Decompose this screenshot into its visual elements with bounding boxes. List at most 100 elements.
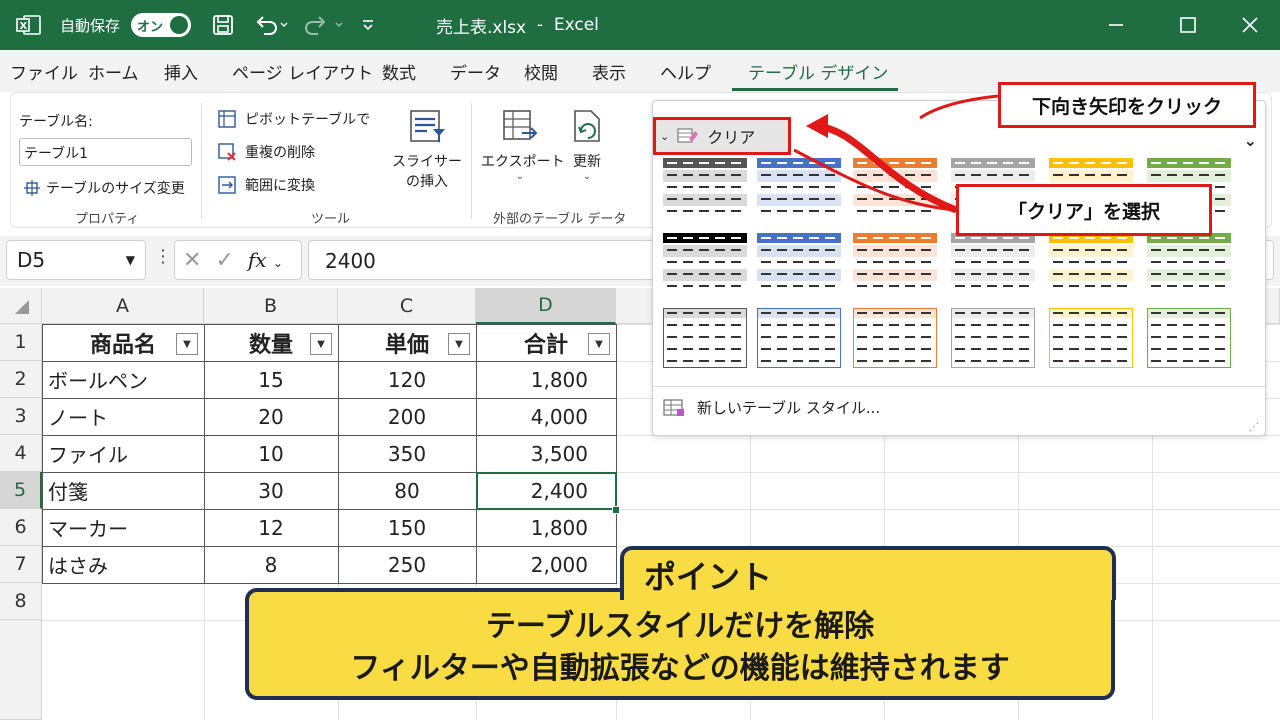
table-name-input[interactable]: テーブル1	[19, 138, 192, 166]
autosave-toggle-state: オン	[137, 20, 164, 35]
table-cell[interactable]: 20	[204, 398, 338, 435]
export-button[interactable]: エクスポート ⌄	[481, 107, 565, 182]
tab-review[interactable]: 校閲	[524, 50, 558, 92]
tab-formulas[interactable]: 数式	[382, 50, 416, 92]
table-cell[interactable]: ボールペン	[42, 361, 204, 398]
table-cell[interactable]: 30	[204, 472, 338, 509]
row-header[interactable]: 8	[0, 583, 42, 620]
table-cell[interactable]: 120	[338, 361, 476, 398]
table-cell[interactable]: 250	[338, 546, 476, 583]
table-style-swatch[interactable]	[853, 308, 937, 368]
resize-table-button[interactable]: テーブルのサイズ変更	[23, 178, 185, 198]
filter-dropdown-icon[interactable]: ▼	[448, 333, 470, 355]
excel-logo-icon: X	[16, 0, 42, 50]
table-cell[interactable]: 80	[338, 472, 476, 509]
row-header[interactable]: 1	[0, 324, 42, 361]
gallery-collapse-icon[interactable]: ⌄	[1244, 131, 1257, 150]
table-cell[interactable]: ノート	[42, 398, 204, 435]
slicer-icon	[410, 110, 445, 143]
table-cell[interactable]: 3,500	[476, 435, 616, 472]
table-cell[interactable]: 200	[338, 398, 476, 435]
convert-to-range-button[interactable]: 範囲に変換	[217, 175, 315, 195]
more-options-icon[interactable]: ⋮	[154, 246, 172, 267]
table-style-swatch[interactable]	[757, 308, 841, 368]
table-cell[interactable]: 2,000	[476, 546, 616, 583]
table-style-swatch[interactable]	[951, 308, 1035, 368]
filter-dropdown-icon[interactable]: ▼	[310, 333, 332, 355]
table-style-swatch[interactable]	[663, 308, 747, 368]
column-header[interactable]: C	[338, 288, 476, 324]
cancel-icon[interactable]: ✕	[183, 248, 201, 273]
filter-dropdown-icon[interactable]: ▼	[588, 333, 610, 355]
table-style-swatch[interactable]	[951, 233, 1035, 293]
refresh-button[interactable]: 更新 ⌄	[563, 107, 611, 182]
tab-insert[interactable]: 挿入	[164, 50, 198, 92]
table-style-swatch[interactable]	[1049, 233, 1133, 293]
table-style-swatch[interactable]	[663, 158, 747, 218]
table-style-swatch[interactable]	[853, 233, 937, 293]
table-style-swatch[interactable]	[757, 158, 841, 218]
redo-icon[interactable]	[304, 0, 344, 50]
name-box[interactable]: D5 ▼	[6, 240, 146, 280]
table-cell[interactable]: 10	[204, 435, 338, 472]
formula-value: 2400	[325, 249, 376, 273]
insert-function-icon[interactable]: fx ⌄	[248, 248, 283, 272]
close-icon[interactable]	[1240, 0, 1260, 50]
document-title: 売上表.xlsx - Excel	[436, 15, 599, 38]
customize-qat-icon[interactable]	[360, 0, 376, 50]
enter-icon[interactable]: ✓	[215, 248, 233, 273]
table-style-swatch[interactable]	[757, 233, 841, 293]
point-line-1: テーブルスタイルだけを解除	[485, 609, 875, 644]
filter-dropdown-icon[interactable]: ▼	[176, 333, 198, 355]
autosave-label: 自動保存	[60, 16, 121, 35]
row-header[interactable]: 7	[0, 546, 42, 583]
table-cell[interactable]: 1,800	[476, 509, 616, 546]
undo-icon[interactable]	[254, 0, 288, 50]
table-cell[interactable]: 150	[338, 509, 476, 546]
tab-data[interactable]: データ	[450, 50, 501, 92]
table-style-swatch[interactable]	[663, 233, 747, 293]
clear-style-button[interactable]: ⌄ クリア	[653, 117, 791, 155]
table-cell[interactable]: 350	[338, 435, 476, 472]
tab-view[interactable]: 表示	[592, 50, 626, 92]
tab-help[interactable]: ヘルプ	[660, 50, 711, 92]
maximize-icon[interactable]	[1178, 0, 1198, 50]
table-cell[interactable]: マーカー	[42, 509, 204, 546]
table-cell[interactable]: 12	[204, 509, 338, 546]
save-icon[interactable]	[212, 0, 234, 50]
row-header[interactable]: 4	[0, 435, 42, 472]
column-header[interactable]: B	[204, 288, 338, 324]
column-header[interactable]: A	[42, 288, 204, 324]
tab-table-design[interactable]: テーブル デザイン	[748, 50, 888, 92]
table-cell[interactable]: 15	[204, 361, 338, 398]
fill-handle[interactable]	[612, 506, 620, 514]
formula-buttons: ✕ ✓ fx ⌄	[174, 240, 302, 280]
tab-home[interactable]: ホーム	[88, 50, 139, 92]
table-style-swatch[interactable]	[1147, 308, 1231, 368]
autosave-toggle[interactable]: オン	[131, 0, 191, 50]
resize-grip-icon[interactable]: ⋰	[1249, 422, 1259, 433]
tab-page-layout[interactable]: ページ レイアウト	[232, 50, 373, 92]
table-style-swatch[interactable]	[853, 158, 937, 218]
row-header[interactable]: 3	[0, 398, 42, 435]
table-cell[interactable]: 4,000	[476, 398, 616, 435]
tab-file[interactable]: ファイル	[10, 50, 78, 92]
table-style-swatch[interactable]	[1049, 308, 1133, 368]
insert-slicer-button[interactable]: スライサー の挿入	[389, 107, 465, 191]
row-header[interactable]: 5	[0, 472, 42, 509]
column-header[interactable]: D	[476, 288, 616, 324]
new-table-style-button[interactable]: 新しいテーブル スタイル...	[663, 397, 880, 418]
table-cell[interactable]: ファイル	[42, 435, 204, 472]
table-cell[interactable]: 8	[204, 546, 338, 583]
remove-duplicates-button[interactable]: 重複の削除	[217, 142, 315, 162]
refresh-label: 更新	[573, 154, 601, 170]
table-cell[interactable]: 1,800	[476, 361, 616, 398]
table-cell[interactable]: はさみ	[42, 546, 204, 583]
row-header[interactable]: 6	[0, 509, 42, 546]
summarize-pivot-button[interactable]: ピボットテーブルで	[217, 109, 370, 129]
row-header[interactable]: 2	[0, 361, 42, 398]
table-style-swatch[interactable]	[1147, 233, 1231, 293]
select-all-corner[interactable]	[0, 288, 42, 324]
minimize-icon[interactable]	[1106, 0, 1126, 50]
table-cell[interactable]: 付箋	[42, 472, 204, 509]
